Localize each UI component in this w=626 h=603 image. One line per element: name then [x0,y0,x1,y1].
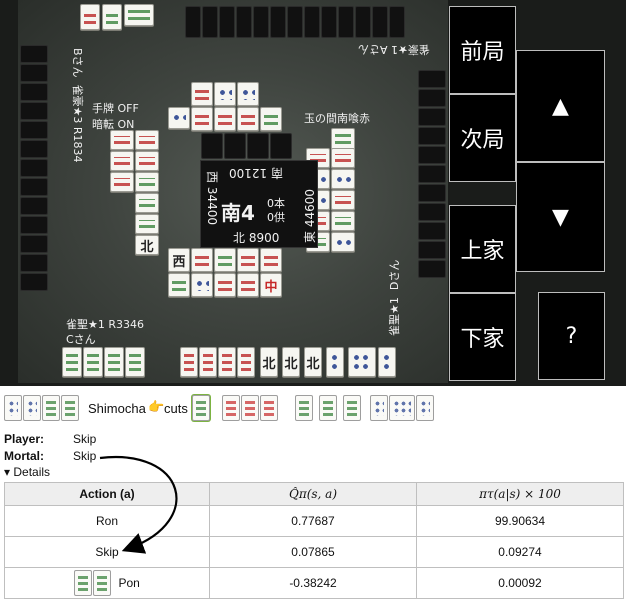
right-player-rank: 雀聖★1 [388,297,401,336]
top-player-rank: 雀豪★1 [391,43,430,56]
round-indicator: 南4 [221,201,255,225]
left-player-rank: 雀豪★3 R1834 [71,84,84,163]
bottom-meld [62,347,162,379]
top-pond [168,82,308,132]
room-label: 玉の間南喰赤 [304,112,370,125]
right-player-name: Dさん [388,259,401,291]
top-discard-tile [124,4,154,26]
pointing-hand-icon: 👉 [148,399,165,414]
hand-tile [389,395,415,421]
policy-cell: 0.00092 [416,567,624,599]
table-row: Skip 0.07865 0.09274 [4,536,624,568]
header-q-value: Q̂π(s, a) [209,482,417,506]
west-score: 西 34400 [205,171,219,225]
ankan-option[interactable]: 暗転 ON [92,116,134,132]
meld-tile [4,395,22,421]
north-score: 北 8900 [233,231,280,245]
bottom-hand: 北 北 北 [180,347,410,379]
up-arrow-button[interactable]: ▲ [516,50,605,162]
action-cell: Skip [4,536,210,568]
q-value-cell: 0.77687 [209,505,417,537]
hand-tile [370,395,388,421]
left-player-label: Bさん 雀豪★3 R1834 [70,48,86,163]
mortal-label: Mortal: [4,449,44,463]
q-value-cell: 0.07865 [209,536,417,568]
hand-tile [295,395,313,421]
hand-tile [343,395,361,421]
action-cell: Ron [4,505,210,537]
discarded-tile [192,395,210,421]
game-table: 北 西 中 北 北 北 南 12100 南4 0本 0供 北 8900 西 34… [18,0,448,383]
q-value-cell: -0.38242 [209,567,417,599]
help-button[interactable]: ? [538,292,605,380]
hand-tile [319,395,337,421]
south-score: 南 12100 [229,166,283,180]
left-player-name: Bさん [71,48,84,78]
details-toggle[interactable]: ▾ Details [4,465,50,479]
top-discard-tile [102,4,122,30]
right-hand [418,70,448,300]
table-header-row: Action (a) Q̂π(s, a) πτ(a|s) × 100 [4,482,624,506]
turn-verb: cuts [164,401,188,416]
bottom-player-rank: 雀聖★1 R3346 [66,318,144,331]
meld-tile [23,395,41,421]
score-panel: 南 12100 南4 0本 0供 北 8900 西 34400 東 44600 [200,160,318,248]
hand-tile [260,395,278,421]
meld-tile [61,395,79,421]
bottom-pond: 西 中 [168,248,308,300]
action-cell: Pon [4,567,210,599]
kyotaku-count: 0供 [267,211,285,224]
bottom-player-name: Cさん [66,333,96,346]
top-discard-tile [80,4,100,30]
header-action: Action (a) [4,482,210,506]
hand-tile [241,395,259,421]
player-label: Player: [4,432,45,446]
meld-tile [42,395,60,421]
policy-cell: 99.90634 [416,505,624,537]
player-value: Skip [73,432,97,446]
left-hand [20,45,50,300]
top-pond-backs [201,133,311,161]
prev-round-button[interactable]: 前局 [449,6,516,94]
action-table: Action (a) Q̂π(s, a) πτ(a|s) × 100 Ron 0… [4,482,624,599]
pon-tile [93,570,112,596]
left-pond: 北 [110,130,186,255]
table-row: Ron 0.77687 99.90634 [4,505,624,537]
top-player-label: 雀豪★1 Aさん [358,42,430,58]
kamicha-button[interactable]: 上家 [449,205,516,293]
east-score: 東 44600 [303,189,317,243]
next-round-button[interactable]: 次局 [449,94,516,182]
table-row: Pon -0.38242 0.00092 [4,567,624,599]
down-arrow-button[interactable]: ▼ [516,162,605,272]
policy-cell: 0.09274 [416,536,624,568]
mortal-value: Skip [73,449,97,463]
top-player-name: Aさん [358,43,388,56]
shimocha-button[interactable]: 下家 [449,293,516,381]
right-player-label: 雀聖★1 Dさん [386,260,402,336]
action-label: Pon [118,576,140,590]
top-hand [185,6,405,40]
turn-actor: Shimocha [88,401,146,416]
hand-tile [416,395,434,421]
pon-tile [74,570,93,596]
header-policy: πτ(a|s) × 100 [416,482,624,506]
turn-summary: Shimocha 👉 cuts [4,393,624,425]
mahjong-board: 北 西 中 北 北 北 南 12100 南4 0本 0供 北 8900 西 34… [0,0,626,386]
hand-tile [222,395,240,421]
tsumogiri-option[interactable]: 手牌 OFF [92,100,139,116]
